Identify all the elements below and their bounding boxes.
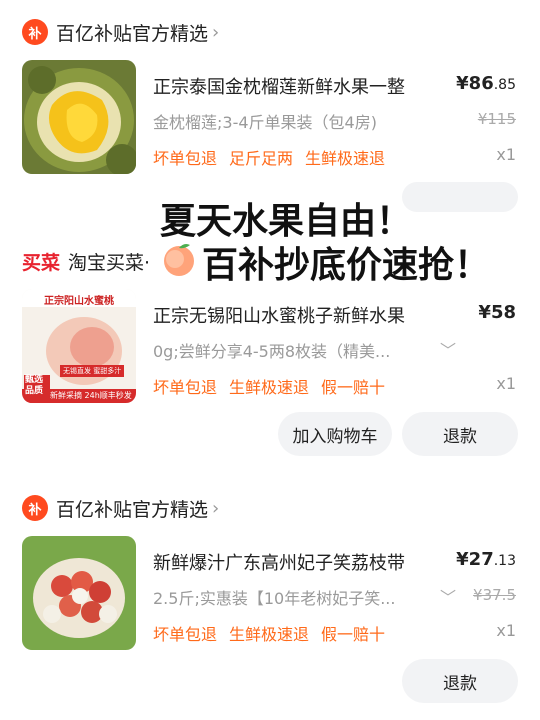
original-price: ¥115 — [477, 110, 516, 128]
refund-button[interactable]: 退款 — [402, 412, 518, 456]
refund-button[interactable]: 退款 — [402, 659, 518, 703]
service-tags: 坏单包退 生鲜极速退 假一赔十 — [153, 621, 397, 645]
price-integer: 58 — [490, 302, 516, 323]
price-integer: 86 — [468, 73, 494, 94]
tag: 生鲜极速退 — [305, 149, 386, 168]
tag: 生鲜极速退 — [229, 625, 310, 644]
tag: 坏单包退 — [153, 625, 218, 644]
peach-emoji-icon — [160, 240, 198, 278]
product-image-lychee[interactable] — [22, 536, 136, 650]
product-price: ¥27.13 — [456, 549, 516, 570]
product-image-durian[interactable] — [22, 60, 136, 174]
store-name: 百亿补贴官方精选 — [56, 22, 209, 45]
tag: 坏单包退 — [153, 149, 218, 168]
tag: 生鲜极速退 — [229, 378, 310, 397]
product-price: ¥86.85 — [456, 73, 516, 94]
chevron-down-icon[interactable]: ﹀ — [440, 584, 456, 608]
promo-subheadline: 百补抄底价速抢！ — [202, 245, 491, 286]
partially-hidden-button[interactable] — [402, 182, 518, 212]
chevron-down-icon[interactable]: ﹀ — [440, 337, 456, 361]
thumb-note: 无锡直发 蜜甜多汁 — [60, 365, 125, 377]
quantity: x1 — [496, 145, 516, 164]
add-to-cart-button[interactable]: 加入购物车 — [278, 412, 392, 456]
store-name: 淘宝买菜· — [68, 251, 151, 274]
baiyi-butie-logo-icon: 补 — [22, 19, 48, 45]
durian-image — [22, 60, 136, 174]
quantity: x1 — [496, 621, 516, 640]
product-price: ¥58 — [478, 302, 516, 323]
product-spec[interactable]: 2.5斤;实惠装【10年老树妃子笑... — [153, 585, 395, 609]
chevron-right-icon: › — [212, 497, 220, 519]
quantity: x1 — [496, 374, 516, 393]
baiyi-butie-logo-icon: 补 — [22, 495, 48, 521]
lychee-image — [22, 536, 136, 650]
price-symbol: ¥ — [456, 549, 469, 570]
thumb-label: 正宗阳山水蜜桃 — [44, 296, 114, 307]
chevron-right-icon: › — [212, 21, 220, 43]
product-spec: 金枕榴莲;3-4斤单果装（包4房) — [153, 113, 377, 132]
product-title[interactable]: 正宗无锡阳山水蜜桃子新鲜水果 — [153, 302, 405, 328]
product-spec[interactable]: 0g;尝鲜分享4-5两8枚装（精美... — [153, 338, 390, 362]
store-header[interactable]: 补 百亿补贴官方精选 › — [22, 17, 219, 47]
store-header[interactable]: 买菜 淘宝买菜· — [22, 246, 150, 276]
service-tags: 坏单包退 生鲜极速退 假一赔十 — [153, 374, 397, 398]
thumb-badge: 甄选品质 — [25, 375, 44, 396]
price-integer: 27 — [468, 549, 494, 570]
taobao-maicai-logo: 买菜 — [22, 251, 61, 274]
tag: 足斤足两 — [229, 149, 294, 168]
original-price: ¥37.5 — [473, 586, 516, 604]
price-symbol: ¥ — [478, 302, 491, 323]
price-decimal: .85 — [493, 77, 516, 93]
price-symbol: ¥ — [456, 73, 469, 94]
tag: 假一赔十 — [321, 625, 386, 644]
store-header[interactable]: 补 百亿补贴官方精选 › — [22, 493, 219, 523]
service-tags: 坏单包退 足斤足两 生鲜极速退 — [153, 145, 397, 169]
thumb-strip: 新鲜采摘 24h顺丰秒发 — [50, 391, 132, 400]
tag: 假一赔十 — [321, 378, 386, 397]
product-title[interactable]: 正宗泰国金枕榴莲新鲜水果一整 — [153, 73, 405, 99]
product-title[interactable]: 新鲜爆汁广东高州妃子笑荔枝带 — [153, 549, 405, 575]
store-name: 百亿补贴官方精选 — [56, 498, 209, 521]
tag: 坏单包退 — [153, 378, 218, 397]
price-decimal: .13 — [493, 553, 516, 569]
product-image-peach[interactable]: 正宗阳山水蜜桃 无锡直发 蜜甜多汁 甄选品质 新鲜采摘 24h顺丰秒发 — [22, 289, 136, 403]
